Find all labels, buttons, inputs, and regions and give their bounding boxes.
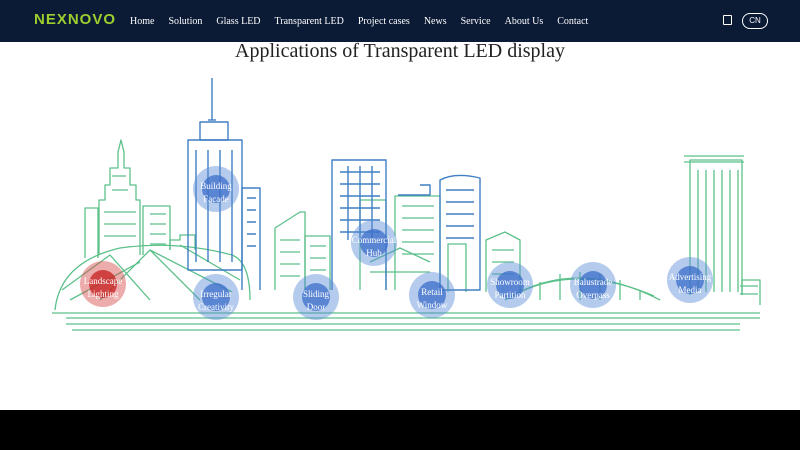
- hotspot-sliding-door[interactable]: Sliding Door: [293, 274, 339, 320]
- city-skyline-illustration: [52, 78, 761, 331]
- hotspot-label: Building Facade: [200, 181, 232, 204]
- hotspot-label: Balustrade Overpass: [573, 277, 613, 300]
- hotspot-label: Advertising Media: [668, 272, 712, 295]
- hotspot-commercial-hub[interactable]: Commercial Hub: [351, 220, 397, 266]
- hotspot-irregular-creativity[interactable]: Irregular Creativity: [193, 274, 239, 320]
- bottom-black-bar: [0, 410, 800, 450]
- hotspot-label: Irregular Creativity: [198, 289, 234, 312]
- hotspot-label: Landscape Lighting: [83, 276, 123, 299]
- hotspot-label: Showroom Partition: [490, 277, 530, 300]
- hotspot-balustrade-overpass[interactable]: Balustrade Overpass: [570, 262, 616, 308]
- hotspot-building-facade[interactable]: Building Facade: [193, 166, 239, 212]
- hotspot-label: Commercial Hub: [351, 235, 397, 258]
- hotspot-landscape-lighting[interactable]: Landscape Lighting: [80, 261, 126, 307]
- hotspot-advertising-media[interactable]: Advertising Media: [667, 257, 713, 303]
- hotspot-retail-window[interactable]: Retail Window: [409, 272, 455, 318]
- hotspot-label: Retail Window: [416, 287, 448, 310]
- hotspot-label: Sliding Door: [302, 289, 329, 312]
- hotspot-showroom-partition[interactable]: Showroom Partition: [487, 262, 533, 308]
